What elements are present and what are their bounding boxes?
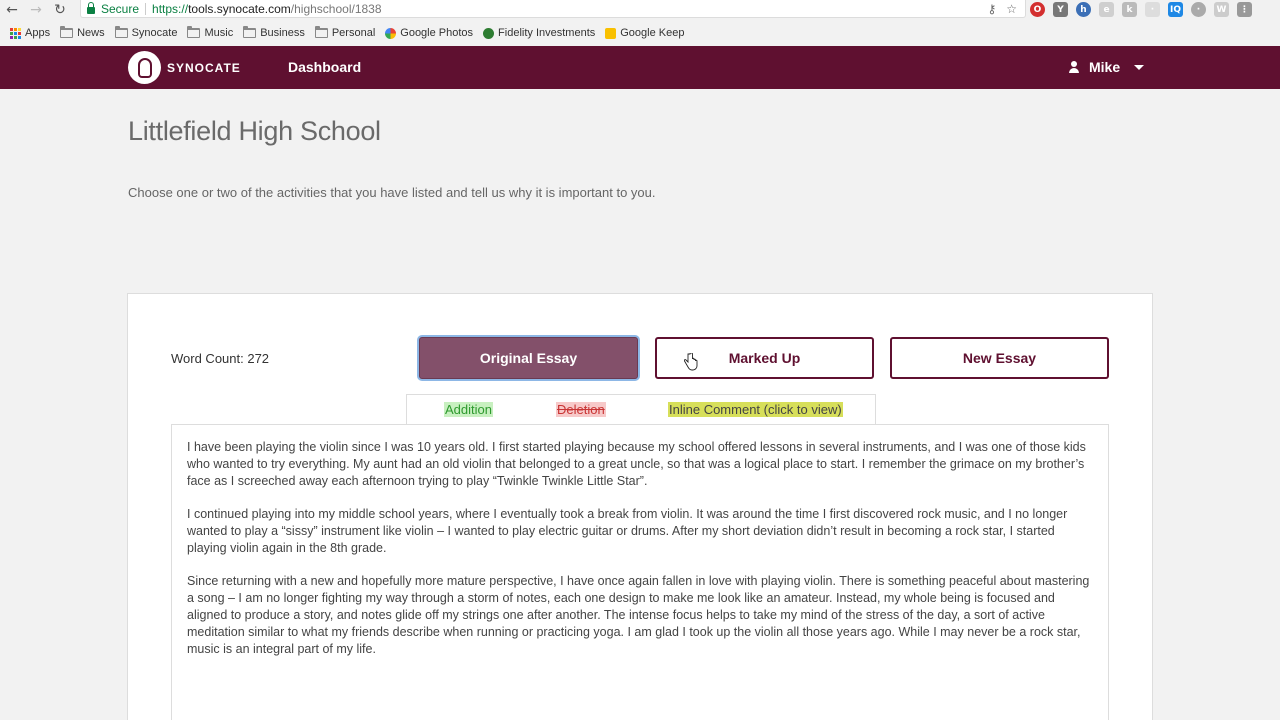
essay-text-area[interactable]: I have been playing the violin since I w… bbox=[171, 424, 1109, 720]
legend-inline-comment: Inline Comment (click to view) bbox=[668, 402, 843, 417]
brand-name[interactable]: SYNOCATE bbox=[167, 61, 241, 75]
legend-addition: Addition bbox=[444, 402, 493, 417]
user-name: Mike bbox=[1089, 59, 1121, 75]
page-title: Littlefield High School bbox=[128, 116, 381, 146]
essay-card: Word Count: 272 Original Essay Marked Up… bbox=[127, 293, 1153, 720]
extension-icon[interactable]: · bbox=[1145, 2, 1160, 17]
bookmark-news[interactable]: News bbox=[60, 26, 105, 39]
essay-paragraph: I have been playing the violin since I w… bbox=[187, 440, 1086, 488]
bookmark-fidelity[interactable]: Fidelity Investments bbox=[483, 27, 595, 39]
forward-arrow-icon[interactable]: → bbox=[24, 0, 48, 20]
google-photos-icon bbox=[385, 27, 397, 39]
apps-grid-icon bbox=[10, 27, 21, 39]
folder-icon bbox=[60, 26, 74, 38]
new-essay-button[interactable]: New Essay bbox=[890, 337, 1109, 379]
url-host: tools.synocate.com bbox=[188, 1, 291, 16]
star-icon[interactable]: ☆ bbox=[1006, 2, 1017, 16]
essay-paragraph: Since returning with a new and hopefully… bbox=[187, 574, 1090, 656]
lock-icon bbox=[87, 1, 95, 14]
folder-icon bbox=[314, 26, 328, 38]
browser-toolbar: ← → ↻ Secure https://tools.synocate.com /… bbox=[0, 0, 1280, 20]
address-bar[interactable]: Secure https://tools.synocate.com/highsc… bbox=[80, 0, 1026, 18]
opera-extension-icon[interactable]: O bbox=[1030, 2, 1045, 17]
word-count: Word Count: 272 bbox=[171, 351, 270, 366]
nav-dashboard-link[interactable]: Dashboard bbox=[288, 59, 361, 75]
reload-icon[interactable]: ↻ bbox=[48, 0, 72, 20]
bookmark-business[interactable]: Business bbox=[243, 26, 305, 39]
bookmark-apps[interactable]: Apps bbox=[10, 27, 50, 39]
extension-icon[interactable]: Y bbox=[1053, 2, 1068, 17]
bookmark-music[interactable]: Music bbox=[187, 26, 233, 39]
secure-label: Secure bbox=[101, 1, 140, 16]
extension-icon[interactable]: e bbox=[1099, 2, 1114, 17]
url-protocol: https:// bbox=[152, 1, 189, 16]
url-path: /highschool/1838 bbox=[290, 1, 382, 16]
bookmarks-bar: Apps News Synocate Music Business Person… bbox=[0, 22, 1280, 44]
hand-cursor-icon bbox=[684, 353, 698, 371]
bookmark-google-keep[interactable]: Google Keep bbox=[605, 27, 684, 39]
user-icon bbox=[1069, 61, 1079, 73]
google-keep-icon bbox=[605, 27, 617, 39]
owl-icon bbox=[137, 57, 152, 78]
markup-legend: Addition Deletion Inline Comment (click … bbox=[406, 394, 876, 424]
extension-icon[interactable]: · bbox=[1191, 2, 1206, 17]
essay-prompt: Choose one or two of the activities that… bbox=[128, 185, 656, 200]
extension-icon[interactable]: h bbox=[1076, 2, 1091, 17]
app-navbar: SYNOCATE Dashboard Mike bbox=[0, 46, 1280, 89]
back-arrow-icon[interactable]: ← bbox=[0, 0, 24, 20]
bookmark-personal[interactable]: Personal bbox=[314, 26, 375, 39]
extension-icon[interactable]: k bbox=[1122, 2, 1137, 17]
bookmark-google-photos[interactable]: Google Photos bbox=[385, 27, 473, 39]
synocate-logo[interactable] bbox=[128, 51, 161, 84]
caret-down-icon bbox=[1134, 64, 1145, 70]
extension-icon[interactable]: ⋮ bbox=[1237, 2, 1252, 17]
folder-icon bbox=[243, 26, 257, 38]
folder-icon bbox=[114, 26, 128, 38]
original-essay-button[interactable]: Original Essay bbox=[419, 337, 638, 379]
bookmark-synocate[interactable]: Synocate bbox=[114, 26, 177, 39]
key-icon[interactable]: ⚷ bbox=[987, 2, 996, 16]
legend-deletion: Deletion bbox=[556, 402, 606, 417]
user-menu[interactable]: Mike bbox=[1069, 59, 1145, 75]
extension-icon[interactable]: IQ bbox=[1168, 2, 1183, 17]
extensions-bar: O Y h e k · IQ · W ⋮ bbox=[1030, 2, 1252, 17]
essay-paragraph: I continued playing into my middle schoo… bbox=[187, 507, 1068, 555]
folder-icon bbox=[187, 26, 201, 38]
fidelity-icon bbox=[483, 27, 495, 39]
extension-icon[interactable]: W bbox=[1214, 2, 1229, 17]
